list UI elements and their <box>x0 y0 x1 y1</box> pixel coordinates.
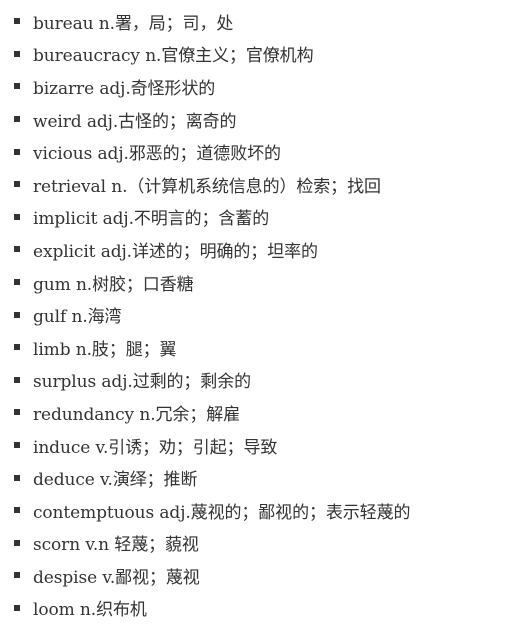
vocab-entry: explicit adj.详述的；明确的；坦率的 <box>33 241 318 262</box>
bullet-icon <box>14 50 20 57</box>
bullet-icon <box>14 279 20 286</box>
vocab-entry: bureaucracy n.官僚主义；官僚机构 <box>33 46 314 67</box>
vocab-entry: surplus adj.过剩的；剩余的 <box>33 372 251 393</box>
bullet-icon <box>14 83 20 90</box>
list-item: surplus adj.过剩的；剩余的 <box>14 364 509 397</box>
vocab-entry: gum n.树胶；口香糖 <box>33 274 194 295</box>
list-item: limb n.肢；腿；翼 <box>14 331 509 364</box>
vocab-entry: implicit adj.不明言的；含蓄的 <box>33 209 270 230</box>
vocab-entry: redundancy n.冗余；解雇 <box>33 404 241 425</box>
list-item: bureaucracy n.官僚主义；官僚机构 <box>14 38 509 71</box>
bullet-icon <box>14 442 20 449</box>
bullet-icon <box>14 148 20 155</box>
vocab-entry: deduce v.演绎；推断 <box>33 470 198 491</box>
list-item: scorn v.n 轻蔑；藐视 <box>14 527 509 560</box>
bullet-icon <box>14 572 20 579</box>
bullet-icon <box>14 116 20 123</box>
vocab-entry: bureau n.署，局；司，处 <box>33 13 234 34</box>
list-item: weird adj.古怪的；离奇的 <box>14 103 509 136</box>
vocab-entry: retrieval n.（计算机系统信息的）检索；找回 <box>33 176 381 197</box>
page: bureau n.署，局；司，处 bureaucracy n.官僚主义；官僚机构… <box>0 0 509 625</box>
list-item: induce v.引诱；劝；引起；导致 <box>14 429 509 462</box>
list-item: vicious adj.邪恶的；道德败坏的 <box>14 135 509 168</box>
list-item: deduce v.演绎；推断 <box>14 461 509 494</box>
bullet-icon <box>14 181 20 188</box>
list-item: bizarre adj.奇怪形状的 <box>14 70 509 103</box>
list-item: redundancy n.冗余；解雇 <box>14 396 509 429</box>
bullet-icon <box>14 409 20 416</box>
bullet-icon <box>14 507 20 514</box>
list-item: loom n.织布机 <box>14 592 509 625</box>
bullet-icon <box>14 246 20 253</box>
list-item: gulf n.海湾 <box>14 298 509 331</box>
vocab-entry: despise v.鄙视；蔑视 <box>33 567 200 588</box>
list-item: contemptuous adj.蔑视的；鄙视的；表示轻蔑的 <box>14 494 509 527</box>
vocab-entry: bizarre adj.奇怪形状的 <box>33 78 216 99</box>
vocabulary-list: bureau n.署，局；司，处 bureaucracy n.官僚主义；官僚机构… <box>0 0 509 624</box>
vocab-entry: loom n.织布机 <box>33 600 147 621</box>
list-item: despise v.鄙视；蔑视 <box>14 559 509 592</box>
list-item: explicit adj.详述的；明确的；坦率的 <box>14 233 509 266</box>
vocab-entry: vicious adj.邪恶的；道德败坏的 <box>33 144 281 165</box>
vocab-entry: contemptuous adj.蔑视的；鄙视的；表示轻蔑的 <box>33 502 411 523</box>
vocab-entry: gulf n.海湾 <box>33 307 122 328</box>
bullet-icon <box>14 539 20 546</box>
bullet-icon <box>14 18 20 25</box>
vocab-entry: weird adj.古怪的；离奇的 <box>33 111 237 132</box>
list-item: bureau n.署，局；司，处 <box>14 5 509 38</box>
bullet-icon <box>14 213 20 220</box>
list-item: implicit adj.不明言的；含蓄的 <box>14 201 509 234</box>
vocab-entry: limb n.肢；腿；翼 <box>33 339 177 360</box>
bullet-icon <box>14 474 20 481</box>
list-item: gum n.树胶；口香糖 <box>14 266 509 299</box>
list-item: retrieval n.（计算机系统信息的）检索；找回 <box>14 168 509 201</box>
bullet-icon <box>14 311 20 318</box>
vocab-entry: induce v.引诱；劝；引起；导致 <box>33 437 278 458</box>
vocab-entry: scorn v.n 轻蔑；藐视 <box>33 535 199 556</box>
bullet-icon <box>14 376 20 383</box>
bullet-icon <box>14 344 20 351</box>
bullet-icon <box>14 604 20 611</box>
